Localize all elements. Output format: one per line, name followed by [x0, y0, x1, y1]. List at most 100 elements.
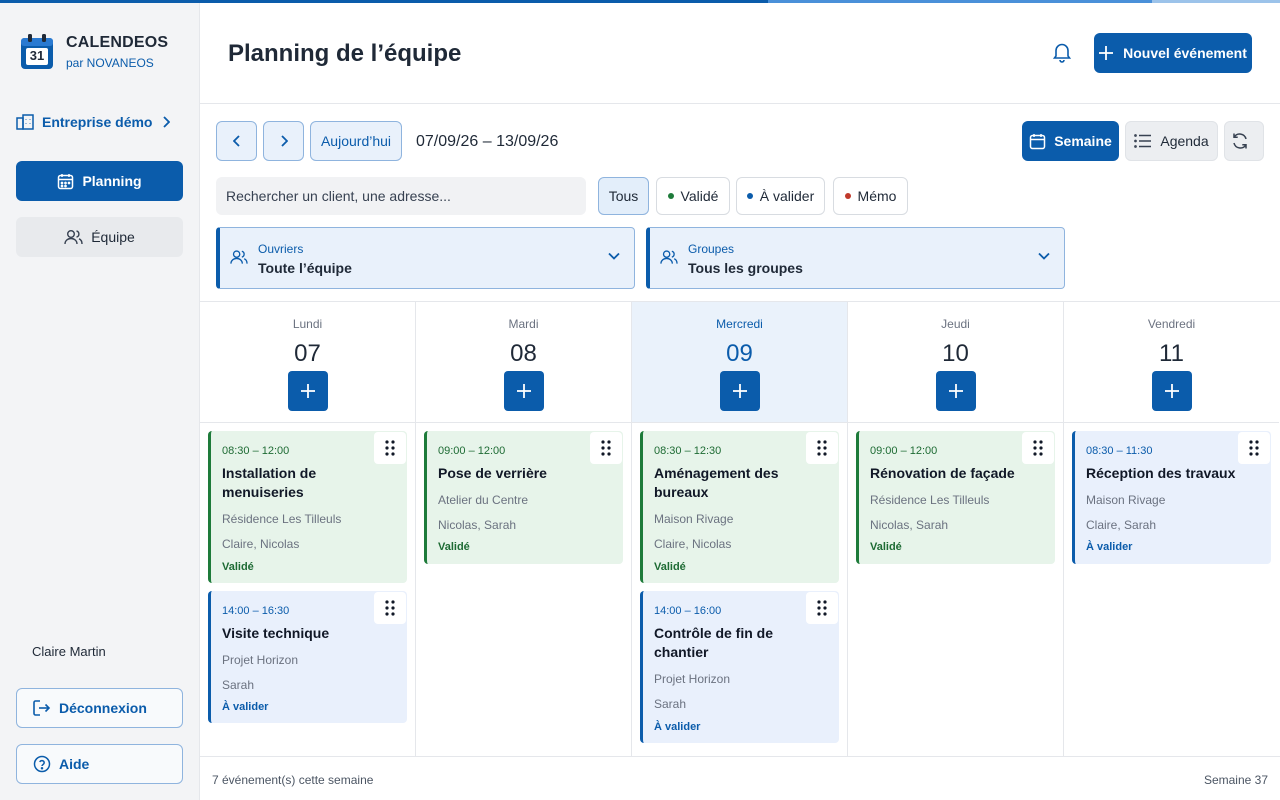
- refresh-button[interactable]: [1224, 121, 1264, 161]
- day-number: 07: [294, 340, 321, 367]
- event-status: À valider: [654, 721, 701, 733]
- add-event-button[interactable]: [936, 371, 976, 411]
- chevron-down-icon: [608, 252, 620, 260]
- filter-all[interactable]: Tous: [598, 177, 649, 215]
- drag-handle-icon[interactable]: [1022, 432, 1054, 464]
- users-icon: [660, 250, 678, 264]
- plus-icon: [949, 384, 963, 398]
- event-people: Claire, Sarah: [1086, 518, 1157, 532]
- drag-handle-icon[interactable]: [806, 432, 838, 464]
- event-location: Résidence Les Tilleuls: [870, 493, 990, 507]
- view-week-button[interactable]: Semaine: [1022, 121, 1119, 161]
- plus-icon: [517, 384, 531, 398]
- event-location: Maison Rivage: [654, 512, 734, 526]
- search-input[interactable]: [216, 177, 586, 215]
- day-header: Lundi 07: [200, 302, 415, 423]
- previous-week-button[interactable]: [216, 121, 257, 161]
- day-name: Jeudi: [941, 317, 970, 331]
- event-card[interactable]: 08:30 – 12:30 Aménagement des bureaux Ma…: [640, 431, 839, 583]
- drag-handle-icon[interactable]: [590, 432, 622, 464]
- event-time: 14:00 – 16:00: [654, 605, 722, 617]
- sidebar-item-equipe[interactable]: Équipe: [16, 217, 183, 257]
- event-people: Nicolas, Sarah: [870, 518, 949, 532]
- list-icon: [1134, 134, 1152, 148]
- event-people: Nicolas, Sarah: [438, 518, 517, 532]
- calendar-icon: [58, 173, 74, 189]
- chevron-right-icon: [163, 116, 171, 128]
- day-header: Mardi 08: [416, 302, 631, 423]
- event-title: Contrôle de fin de chantier: [654, 625, 773, 660]
- event-people: Claire, Nicolas: [222, 537, 300, 551]
- day-number: 11: [1159, 340, 1184, 367]
- day-column: Jeudi 10 09:00 – 12:00 Rénovation de faç…: [848, 302, 1064, 757]
- today-button[interactable]: Aujourd’hui: [310, 121, 402, 161]
- event-title: Pose de verrière: [438, 465, 547, 481]
- event-card[interactable]: 08:30 – 12:00 Installation de menuiserie…: [208, 431, 407, 583]
- status-dot: [746, 193, 753, 199]
- event-status: Validé: [438, 541, 470, 553]
- status-dot: [667, 193, 674, 199]
- event-status: Validé: [654, 561, 686, 573]
- chevron-right-icon: [280, 135, 288, 147]
- new-event-button[interactable]: Nouvel événement: [1094, 33, 1252, 73]
- select-value: Tous les groupes: [688, 260, 803, 276]
- event-time: 09:00 – 12:00: [438, 445, 506, 457]
- event-card[interactable]: 08:30 – 11:30 Réception des travaux Mais…: [1072, 431, 1271, 564]
- sidebar: 31 CALENDEOS par NOVANEOS Entreprise dém…: [0, 0, 200, 800]
- add-event-button[interactable]: [504, 371, 544, 411]
- calendar-icon: [1029, 133, 1046, 149]
- logout-icon: [33, 700, 51, 716]
- day-name: Lundi: [292, 317, 323, 331]
- select-label: Groupes: [688, 242, 735, 256]
- view-agenda-button[interactable]: Agenda: [1125, 121, 1218, 161]
- event-card[interactable]: 09:00 – 12:00 Rénovation de façade Résid…: [856, 431, 1055, 564]
- next-week-button[interactable]: [263, 121, 304, 161]
- add-event-button[interactable]: [288, 371, 328, 411]
- plus-icon: [733, 384, 747, 398]
- filter-a-valider[interactable]: À valider: [736, 177, 825, 215]
- add-event-button[interactable]: [1152, 371, 1192, 411]
- event-title: Réception des travaux: [1086, 465, 1236, 481]
- filter-valide[interactable]: Validé: [656, 177, 730, 215]
- week-number: Semaine 37: [1203, 773, 1268, 787]
- day-column: Lundi 07 08:30 – 12:00 Installation de m…: [200, 302, 416, 757]
- logout-button[interactable]: Déconnexion: [16, 688, 183, 728]
- event-people: Sarah: [654, 697, 687, 711]
- workers-select[interactable]: Ouvriers Toute l’équipe: [216, 227, 635, 289]
- week-calendar: Lundi 07 08:30 – 12:00 Installation de m…: [200, 301, 1280, 757]
- event-people: Claire, Nicolas: [654, 537, 732, 551]
- add-event-button[interactable]: [720, 371, 760, 411]
- page-title: Planning de l’équipe: [228, 40, 462, 67]
- event-title: Aménagement des bureaux: [654, 465, 779, 500]
- sidebar-item-planning[interactable]: Planning: [16, 161, 183, 201]
- plus-icon: [1165, 384, 1179, 398]
- company-switcher[interactable]: Entreprise démo: [16, 114, 178, 130]
- chevron-left-icon: [232, 135, 240, 147]
- day-header: Vendredi 11: [1064, 302, 1279, 423]
- drag-handle-icon[interactable]: [1238, 432, 1270, 464]
- page-header: Planning de l’équipe Nouvel événement: [200, 0, 1280, 104]
- brand: 31 CALENDEOS par NOVANEOS: [20, 34, 168, 70]
- drag-handle-icon[interactable]: [374, 432, 406, 464]
- event-status: Validé: [870, 541, 902, 553]
- event-time: 08:30 – 12:00: [222, 445, 290, 457]
- event-status: Validé: [222, 561, 254, 573]
- notifications-bell-icon[interactable]: [1051, 41, 1073, 68]
- help-button[interactable]: Aide: [16, 744, 183, 784]
- event-card[interactable]: 14:00 – 16:30 Visite technique Projet Ho…: [208, 591, 407, 723]
- day-number: 10: [942, 340, 969, 367]
- event-location: Atelier du Centre: [438, 493, 529, 507]
- calendar-logo-icon: 31: [20, 34, 54, 70]
- event-location: Projet Horizon: [222, 653, 299, 667]
- groups-select[interactable]: Groupes Tous les groupes: [646, 227, 1065, 289]
- drag-handle-icon[interactable]: [374, 592, 406, 624]
- plus-icon: [301, 384, 315, 398]
- event-people: Sarah: [222, 678, 255, 692]
- drag-handle-icon[interactable]: [806, 592, 838, 624]
- event-card[interactable]: 14:00 – 16:00 Contrôle de fin de chantie…: [640, 591, 839, 743]
- filter-memo[interactable]: Mémo: [833, 177, 908, 215]
- day-column: Mardi 08 09:00 – 12:00 Pose de verrière …: [416, 302, 632, 757]
- event-time: 08:30 – 11:30: [1086, 445, 1153, 457]
- top-progress-line: [0, 0, 1280, 3]
- event-card[interactable]: 09:00 – 12:00 Pose de verrière Atelier d…: [424, 431, 623, 564]
